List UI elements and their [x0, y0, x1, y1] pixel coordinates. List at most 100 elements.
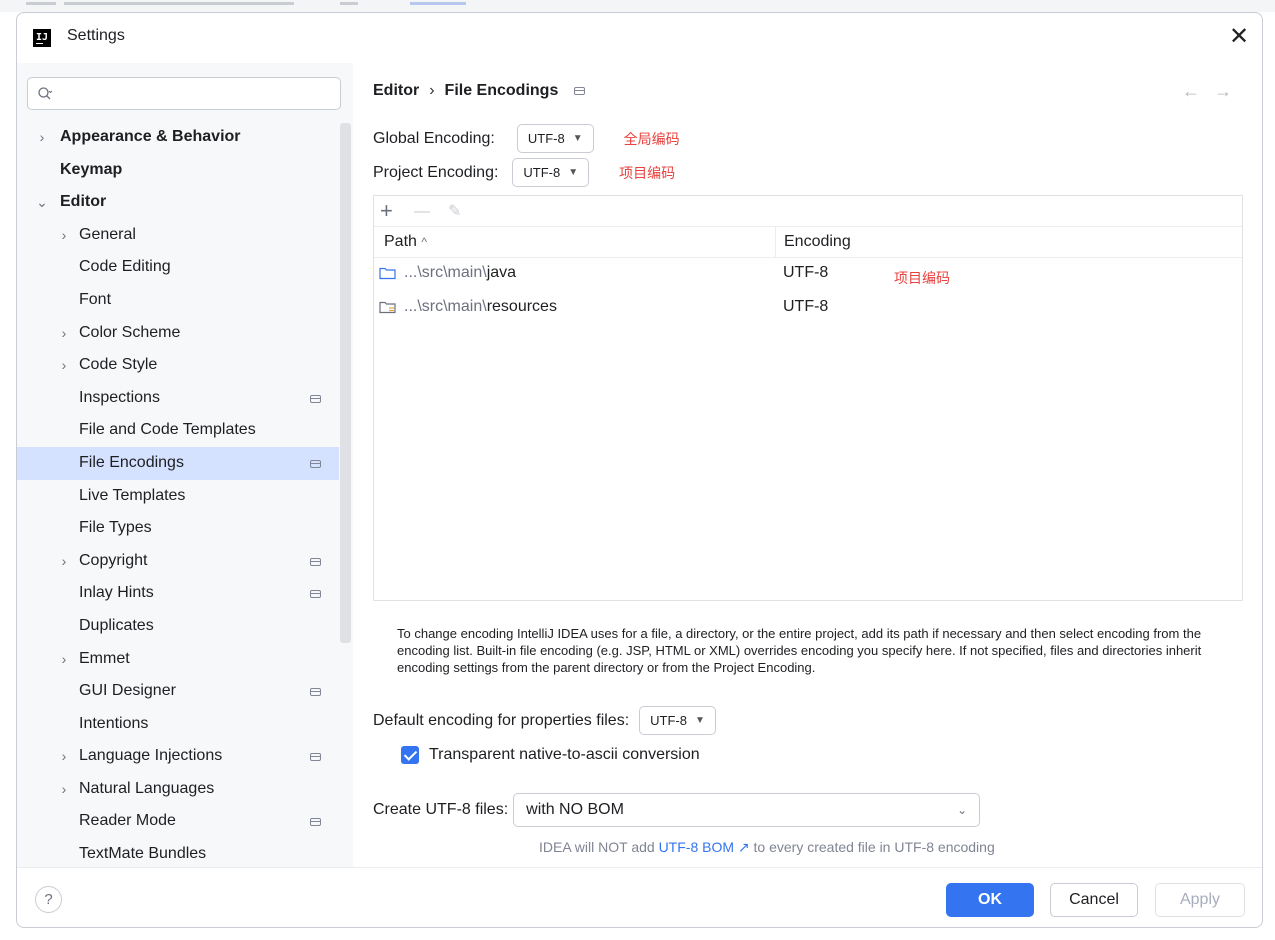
- sidebar-item-textmate-bundles[interactable]: TextMate Bundles: [17, 838, 339, 867]
- sidebar-item-reader-mode[interactable]: Reader Mode: [17, 805, 339, 838]
- add-path-button[interactable]: +: [380, 198, 393, 224]
- back-arrow-icon[interactable]: ←: [1182, 81, 1214, 101]
- encoding-help-text: To change encoding IntelliJ IDEA uses fo…: [397, 626, 1202, 675]
- path-name: resources: [486, 298, 557, 315]
- properties-encoding-label: Default encoding for properties files:: [373, 711, 630, 729]
- sort-ascending-icon: ^: [421, 235, 428, 249]
- sidebar-item-label: Color Scheme: [79, 323, 181, 341]
- path-encoding-table: + — ✎ Path ^ Encoding ...\src\main\java U…: [373, 195, 1243, 601]
- chevron-right-icon[interactable]: ›: [57, 219, 71, 252]
- sidebar-item-intentions[interactable]: Intentions: [17, 708, 339, 741]
- column-header-encoding[interactable]: Encoding: [784, 233, 851, 251]
- project-encoding-label: Project Encoding:: [373, 163, 499, 181]
- sidebar-item-duplicates[interactable]: Duplicates: [17, 610, 339, 643]
- sidebar-item-emmet[interactable]: › Emmet: [17, 643, 339, 676]
- chevron-down-icon: ⌄: [957, 803, 968, 817]
- sidebar-item-label: Copyright: [79, 551, 148, 569]
- cancel-button[interactable]: Cancel: [1050, 883, 1138, 917]
- background-window-strip: [0, 0, 1275, 12]
- sidebar-item-label: Reader Mode: [79, 812, 176, 830]
- table-row[interactable]: ...\src\main\java UTF-8 项目编码: [374, 258, 1242, 290]
- path-name: java: [486, 264, 517, 281]
- settings-search-input[interactable]: [27, 77, 341, 110]
- sidebar-item-font[interactable]: Font: [17, 284, 339, 317]
- project-level-icon: [310, 818, 321, 827]
- sidebar-item-editor[interactable]: ⌄ Editor: [17, 186, 339, 219]
- help-button[interactable]: ?: [35, 886, 62, 913]
- table-cell-encoding[interactable]: UTF-8: [783, 264, 828, 282]
- global-encoding-annotation: 全局编码: [623, 130, 680, 147]
- sidebar-item-language-injections[interactable]: › Language Injections: [17, 740, 339, 773]
- chevron-right-icon[interactable]: ›: [57, 317, 71, 350]
- utf8-bom-link[interactable]: UTF-8 BOM ↗: [659, 839, 750, 855]
- create-utf8-label: Create UTF-8 files:: [373, 801, 509, 818]
- remove-path-button[interactable]: —: [414, 199, 430, 225]
- dialog-title: Settings: [67, 27, 125, 44]
- sidebar-item-label: Inspections: [79, 388, 160, 406]
- chevron-right-icon[interactable]: ›: [57, 643, 71, 676]
- sidebar-item-inspections[interactable]: Inspections: [17, 382, 339, 415]
- settings-dialog: IJ Settings ✕ › Appearance & Behavior Keym…: [16, 12, 1263, 928]
- dropdown-arrow-icon: ▼: [568, 167, 579, 178]
- chevron-right-icon[interactable]: ›: [35, 121, 49, 154]
- sidebar-item-label: Keymap: [60, 160, 123, 178]
- forward-arrow-icon[interactable]: →: [1214, 81, 1246, 101]
- sidebar-item-label: General: [79, 225, 136, 243]
- sidebar-item-inlay-hints[interactable]: Inlay Hints: [17, 577, 339, 610]
- sidebar-item-code-style[interactable]: › Code Style: [17, 349, 339, 382]
- native-to-ascii-checkbox[interactable]: [401, 746, 419, 764]
- dropdown-arrow-icon: ▼: [694, 715, 705, 726]
- breadcrumb-parent[interactable]: Editor: [373, 82, 419, 100]
- create-utf8-dropdown[interactable]: with NO BOM ⌄: [513, 793, 981, 827]
- chevron-right-icon[interactable]: ›: [57, 773, 71, 806]
- sidebar-item-file-encodings[interactable]: File Encodings: [17, 446, 339, 480]
- sidebar-item-label: Appearance & Behavior: [60, 128, 241, 145]
- ok-button[interactable]: OK: [946, 883, 1034, 917]
- global-encoding-dropdown[interactable]: UTF-8 ▼: [516, 124, 594, 153]
- table-row[interactable]: ...\src\main\resources UTF-8: [374, 292, 1242, 324]
- bom-hint: IDEA will NOT add UTF-8 BOM ↗ to every c…: [539, 839, 995, 856]
- sidebar-item-keymap[interactable]: Keymap: [17, 154, 339, 187]
- sidebar-item-label: Language Injections: [79, 747, 223, 765]
- project-level-icon: [310, 590, 321, 599]
- create-utf8-value: with NO BOM: [526, 801, 624, 818]
- sidebar-item-color-scheme[interactable]: › Color Scheme: [17, 317, 339, 350]
- bom-hint-prefix: IDEA will NOT add: [539, 839, 659, 855]
- settings-sidebar: › Appearance & Behavior Keymap ⌄ Editor › Gene…: [17, 63, 353, 867]
- sidebar-item-general[interactable]: › General: [17, 219, 339, 252]
- project-encoding-value: UTF-8: [523, 165, 561, 180]
- properties-encoding-dropdown[interactable]: UTF-8 ▼: [639, 706, 716, 735]
- background-text: [26, 2, 56, 5]
- row-annotation: 项目编码: [894, 270, 950, 286]
- native-to-ascii-row[interactable]: Transparent native-to-ascii conversion: [401, 746, 700, 764]
- table-cell-encoding[interactable]: UTF-8: [783, 298, 828, 316]
- column-header-path-label: Path: [384, 233, 417, 250]
- breadcrumb: Editor › File Encodings: [373, 82, 586, 100]
- sidebar-item-file-types[interactable]: File Types: [17, 512, 339, 545]
- close-button[interactable]: ✕: [1224, 23, 1254, 53]
- sidebar-item-label: Inlay Hints: [79, 584, 154, 602]
- column-divider[interactable]: [775, 227, 776, 258]
- breadcrumb-separator: ›: [429, 82, 435, 99]
- sidebar-item-label: Duplicates: [79, 616, 154, 634]
- column-header-path[interactable]: Path ^: [384, 233, 427, 251]
- sidebar-item-copyright[interactable]: › Copyright: [17, 545, 339, 578]
- apply-button[interactable]: Apply: [1155, 883, 1245, 917]
- chevron-down-icon[interactable]: ⌄: [35, 186, 49, 219]
- source-folder-icon: [379, 267, 396, 280]
- sidebar-item-label: File Encodings: [79, 453, 184, 471]
- chevron-right-icon[interactable]: ›: [57, 545, 71, 578]
- project-encoding-dropdown[interactable]: UTF-8 ▼: [512, 158, 590, 187]
- sidebar-item-gui-designer[interactable]: GUI Designer: [17, 675, 339, 708]
- sidebar-item-code-editing[interactable]: Code Editing: [17, 251, 339, 284]
- chevron-right-icon[interactable]: ›: [57, 740, 71, 773]
- native-to-ascii-label[interactable]: Transparent native-to-ascii conversion: [429, 746, 700, 764]
- chevron-right-icon[interactable]: ›: [57, 349, 71, 382]
- edit-path-button[interactable]: ✎: [448, 199, 461, 225]
- sidebar-item-appearance-behavior[interactable]: › Appearance & Behavior: [17, 121, 339, 154]
- dropdown-arrow-icon: ▼: [572, 133, 583, 144]
- sidebar-item-natural-languages[interactable]: › Natural Languages: [17, 773, 339, 806]
- sidebar-item-file-and-code-templates[interactable]: File and Code Templates: [17, 414, 339, 447]
- sidebar-item-live-templates[interactable]: Live Templates: [17, 480, 339, 513]
- sidebar-scrollbar[interactable]: [340, 123, 351, 643]
